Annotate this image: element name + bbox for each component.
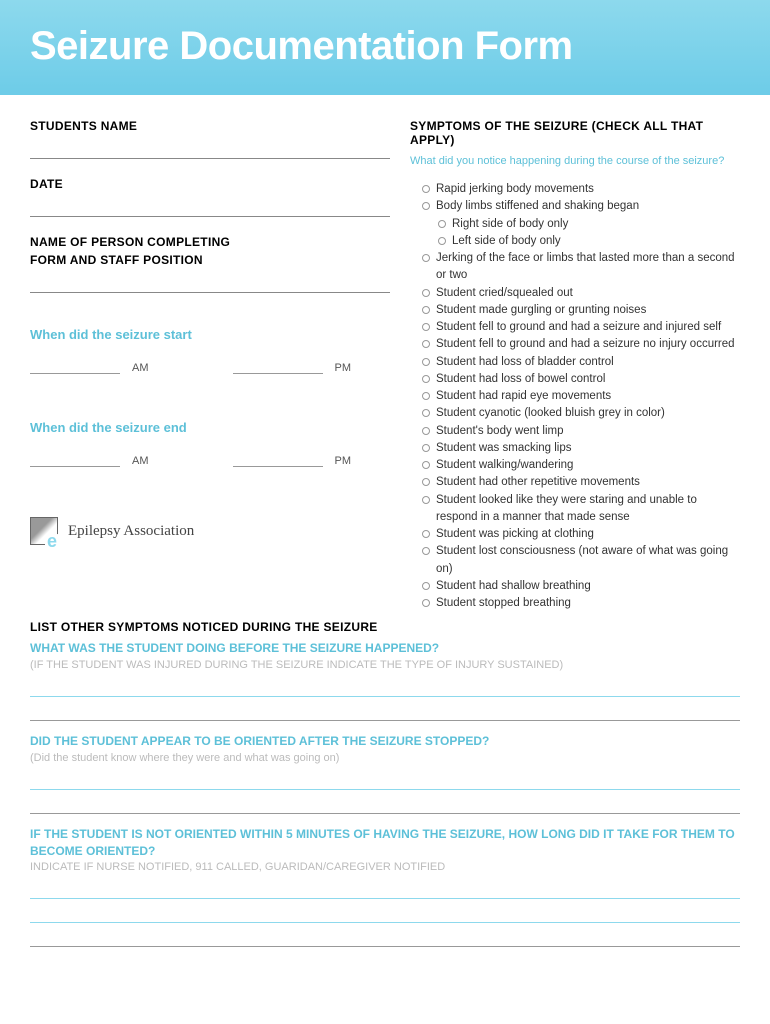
radio-icon[interactable] xyxy=(422,582,430,590)
symptom-item: Student had loss of bladder control xyxy=(422,354,740,371)
radio-icon[interactable] xyxy=(422,444,430,452)
radio-icon[interactable] xyxy=(422,340,430,348)
answer-line[interactable] xyxy=(30,879,740,899)
symptom-item: Student was picking at clothing xyxy=(422,526,740,543)
symptoms-prompt: What did you notice happening during the… xyxy=(410,155,740,167)
radio-icon[interactable] xyxy=(422,375,430,383)
radio-icon[interactable] xyxy=(422,185,430,193)
radio-icon[interactable] xyxy=(422,409,430,417)
radio-icon[interactable] xyxy=(422,289,430,297)
question-1-sub: (IF THE STUDENT WAS INJURED DURING THE S… xyxy=(30,659,740,671)
radio-icon[interactable] xyxy=(422,599,430,607)
symptom-item: Student had shallow breathing xyxy=(422,578,740,595)
logo-row: Epilepsy Association xyxy=(30,517,390,545)
question-1: WHAT WAS THE STUDENT DOING BEFORE THE SE… xyxy=(30,640,740,657)
symptom-item: Student's body went limp xyxy=(422,423,740,440)
symptom-item: Student had rapid eye movements xyxy=(422,388,740,405)
answer-line[interactable] xyxy=(30,927,740,947)
radio-icon[interactable] xyxy=(422,392,430,400)
end-am-field[interactable] xyxy=(30,451,120,467)
header-band: Seizure Documentation Form xyxy=(0,0,770,95)
logo-text: Epilepsy Association xyxy=(68,523,194,540)
start-time-row: AM PM xyxy=(30,358,390,374)
seizure-start-label: When did the seizure start xyxy=(30,327,390,342)
radio-icon[interactable] xyxy=(422,478,430,486)
radio-icon[interactable] xyxy=(422,254,430,262)
symptom-item: Student was smacking lips xyxy=(422,440,740,457)
person-label-line2: FORM AND STAFF POSITION xyxy=(30,253,390,267)
epilepsy-logo-icon xyxy=(30,517,58,545)
symptom-item: Student lost consciousness (not aware of… xyxy=(422,543,740,578)
start-am-field[interactable] xyxy=(30,358,120,374)
symptom-item: Rapid jerking body movements xyxy=(422,181,740,198)
list-other-label: LIST OTHER SYMPTOMS NOTICED DURING THE S… xyxy=(30,620,740,634)
person-label-line1: NAME OF PERSON COMPLETING xyxy=(30,235,390,249)
radio-icon[interactable] xyxy=(422,461,430,469)
students-name-label: STUDENTS NAME xyxy=(30,119,390,133)
radio-icon[interactable] xyxy=(422,530,430,538)
students-name-field[interactable] xyxy=(30,137,390,159)
answer-line[interactable] xyxy=(30,903,740,923)
main-columns: STUDENTS NAME DATE NAME OF PERSON COMPLE… xyxy=(0,95,770,612)
page-title: Seizure Documentation Form xyxy=(30,24,740,69)
question-2-sub: (Did the student know where they were an… xyxy=(30,752,740,764)
symptoms-list: Rapid jerking body movements Body limbs … xyxy=(410,181,740,612)
answer-line[interactable] xyxy=(30,701,740,721)
am-suffix-2: AM xyxy=(132,455,149,467)
end-pm-field[interactable] xyxy=(233,451,323,467)
answer-line[interactable] xyxy=(30,677,740,697)
symptom-item: Student made gurgling or grunting noises xyxy=(422,302,740,319)
radio-icon[interactable] xyxy=(422,547,430,555)
left-column: STUDENTS NAME DATE NAME OF PERSON COMPLE… xyxy=(30,119,390,612)
date-label: DATE xyxy=(30,177,390,191)
symptom-item: Body limbs stiffened and shaking began xyxy=(422,198,740,215)
answer-line[interactable] xyxy=(30,770,740,790)
symptom-item-sub: Right side of body only xyxy=(422,216,740,233)
bottom-section: LIST OTHER SYMPTOMS NOTICED DURING THE S… xyxy=(0,612,770,947)
pm-suffix: PM xyxy=(335,362,352,374)
pm-suffix-2: PM xyxy=(335,455,352,467)
question-3-sub: INDICATE IF NURSE NOTIFIED, 911 CALLED, … xyxy=(30,861,740,873)
symptom-item: Student had loss of bowel control xyxy=(422,371,740,388)
question-2: DID THE STUDENT APPEAR TO BE ORIENTED AF… xyxy=(30,733,740,750)
radio-icon[interactable] xyxy=(438,237,446,245)
end-time-row: AM PM xyxy=(30,451,390,467)
start-pm-field[interactable] xyxy=(233,358,323,374)
radio-icon[interactable] xyxy=(438,220,446,228)
date-field[interactable] xyxy=(30,195,390,217)
radio-icon[interactable] xyxy=(422,306,430,314)
symptom-item: Jerking of the face or limbs that lasted… xyxy=(422,250,740,285)
radio-icon[interactable] xyxy=(422,358,430,366)
symptom-item: Student fell to ground and had a seizure… xyxy=(422,319,740,336)
radio-icon[interactable] xyxy=(422,427,430,435)
question-3: IF THE STUDENT IS NOT ORIENTED WITHIN 5 … xyxy=(30,826,740,860)
symptom-item: Student stopped breathing xyxy=(422,595,740,612)
symptom-item: Student fell to ground and had a seizure… xyxy=(422,336,740,353)
symptom-item: Student cyanotic (looked bluish grey in … xyxy=(422,405,740,422)
radio-icon[interactable] xyxy=(422,496,430,504)
person-field[interactable] xyxy=(30,271,390,293)
am-suffix: AM xyxy=(132,362,149,374)
answer-line[interactable] xyxy=(30,794,740,814)
symptoms-heading: SYMPTOMS OF THE SEIZURE (CHECK ALL THAT … xyxy=(410,119,740,147)
symptom-item: Student looked like they were staring an… xyxy=(422,492,740,527)
symptom-item: Student had other repetitive movements xyxy=(422,474,740,491)
symptom-item: Student cried/squealed out xyxy=(422,285,740,302)
radio-icon[interactable] xyxy=(422,202,430,210)
seizure-end-label: When did the seizure end xyxy=(30,420,390,435)
symptom-item-sub: Left side of body only xyxy=(422,233,740,250)
right-column: SYMPTOMS OF THE SEIZURE (CHECK ALL THAT … xyxy=(410,119,740,612)
symptom-item: Student walking/wandering xyxy=(422,457,740,474)
radio-icon[interactable] xyxy=(422,323,430,331)
